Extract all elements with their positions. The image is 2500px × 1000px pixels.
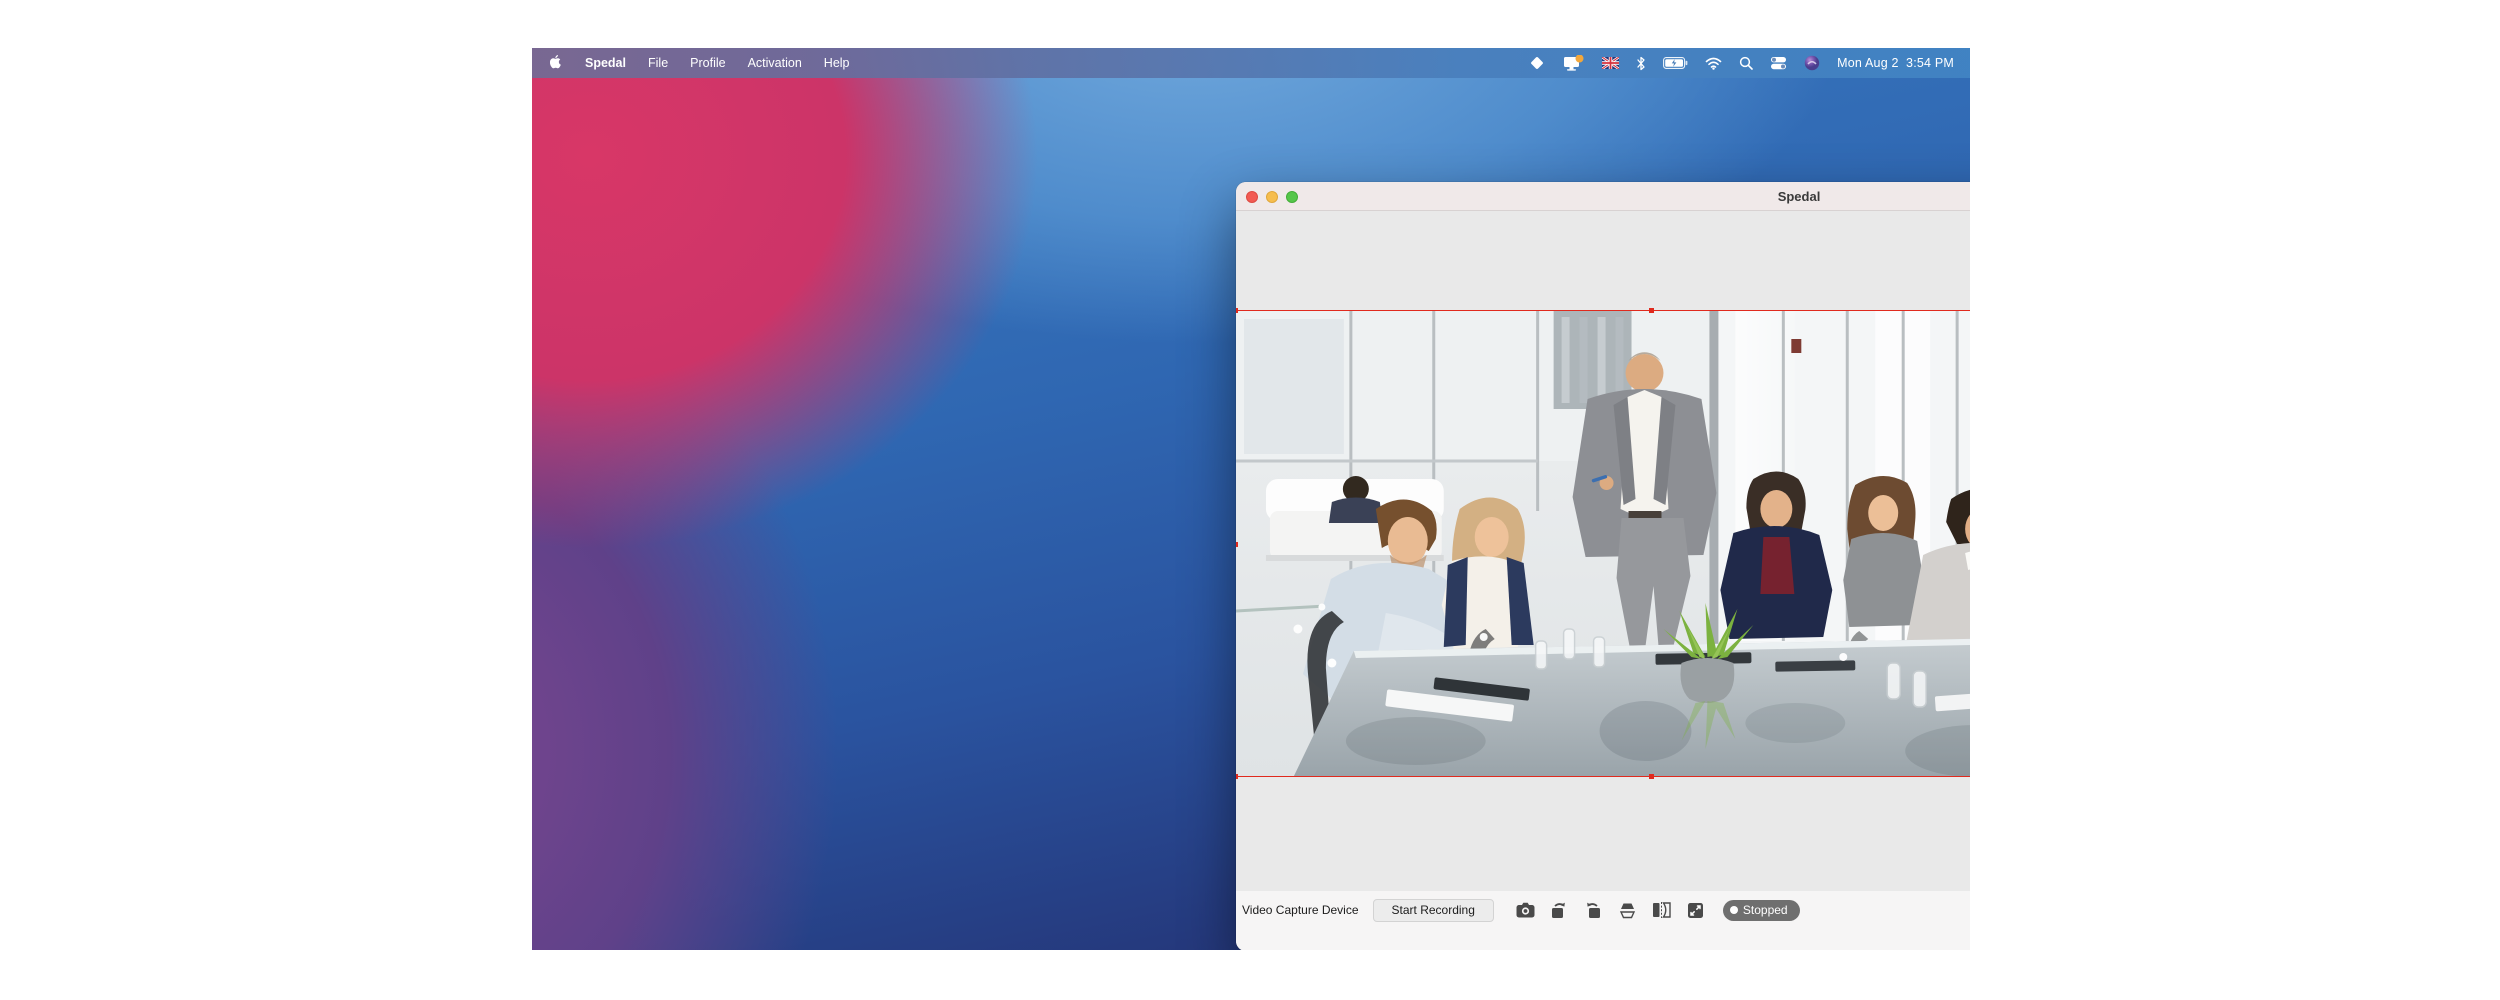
flip-vertical-icon[interactable]	[1618, 901, 1637, 920]
rotate-left-icon[interactable]	[1550, 901, 1569, 920]
desktop-wallpaper: Spedal File Profile Activation Help	[532, 48, 1970, 950]
diamond-icon[interactable]	[1528, 54, 1546, 72]
recording-status-label: Stopped	[1743, 903, 1788, 917]
bottom-toolbar: Video Capture Device Start Recording	[1236, 891, 1970, 950]
rotate-right-icon[interactable]	[1584, 901, 1603, 920]
crop-selection-frame[interactable]	[1236, 310, 1970, 777]
assistant-icon[interactable]	[1804, 54, 1820, 72]
bluetooth-icon[interactable]	[1636, 54, 1646, 72]
title-bar[interactable]: Spedal	[1236, 182, 1970, 211]
control-center-icon[interactable]	[1770, 54, 1787, 72]
uk-flag-icon[interactable]	[1602, 54, 1619, 72]
crop-handle-middle-left[interactable]	[1236, 542, 1238, 547]
minimize-button[interactable]	[1266, 191, 1278, 203]
recording-status-pill: Stopped	[1723, 900, 1800, 921]
menu-item-file[interactable]: File	[648, 56, 668, 70]
menu-item-help[interactable]: Help	[824, 56, 850, 70]
zoom-button[interactable]	[1286, 191, 1298, 203]
video-capture-device-label: Video Capture Device	[1242, 903, 1359, 917]
mirror-icon[interactable]	[1652, 901, 1671, 920]
crop-handle-bottom-left[interactable]	[1236, 774, 1238, 779]
menu-clock[interactable]: Mon Aug 2 3:54 PM	[1837, 56, 1954, 70]
wifi-icon[interactable]	[1705, 54, 1722, 72]
menu-item-activation[interactable]: Activation	[748, 56, 802, 70]
fullscreen-icon[interactable]	[1686, 901, 1705, 920]
spedal-window: Spedal	[1236, 182, 1970, 950]
crop-handle-top-middle[interactable]	[1649, 308, 1654, 313]
status-dot-icon	[1730, 906, 1738, 914]
close-button[interactable]	[1246, 191, 1258, 203]
video-preview-pane[interactable]	[1236, 211, 1970, 891]
crop-handle-top-left[interactable]	[1236, 308, 1238, 313]
start-recording-button[interactable]: Start Recording	[1373, 899, 1494, 922]
apple-logo-icon[interactable]	[550, 54, 563, 72]
camera-icon[interactable]	[1516, 901, 1535, 920]
spotlight-icon[interactable]	[1739, 54, 1753, 72]
display-notification-icon[interactable]	[1563, 54, 1585, 72]
menu-bar: Spedal File Profile Activation Help	[532, 48, 1970, 78]
menu-item-spedal[interactable]: Spedal	[585, 56, 626, 70]
crop-handle-bottom-middle[interactable]	[1649, 774, 1654, 779]
menu-item-profile[interactable]: Profile	[690, 56, 725, 70]
battery-icon[interactable]	[1663, 54, 1688, 72]
window-title: Spedal	[1778, 189, 1821, 204]
